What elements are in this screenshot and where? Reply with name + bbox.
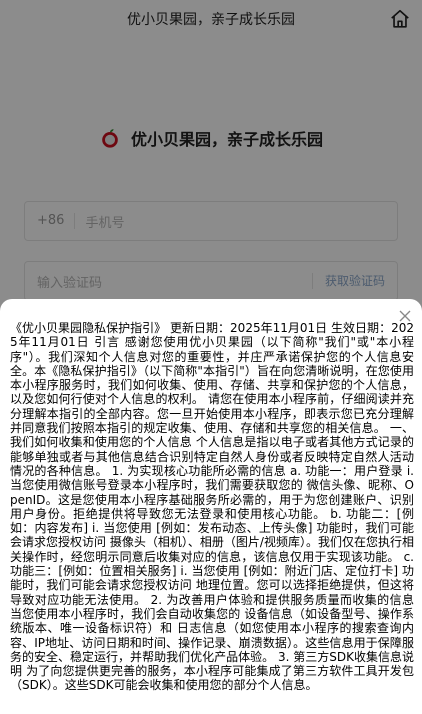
privacy-sheet: 《优小贝果园隐私保护指引》 更新日期：2025年11月01日 生效日期：2025… <box>0 299 422 714</box>
privacy-policy-text: 《优小贝果园隐私保护指引》 更新日期：2025年11月01日 生效日期：2025… <box>10 321 414 693</box>
